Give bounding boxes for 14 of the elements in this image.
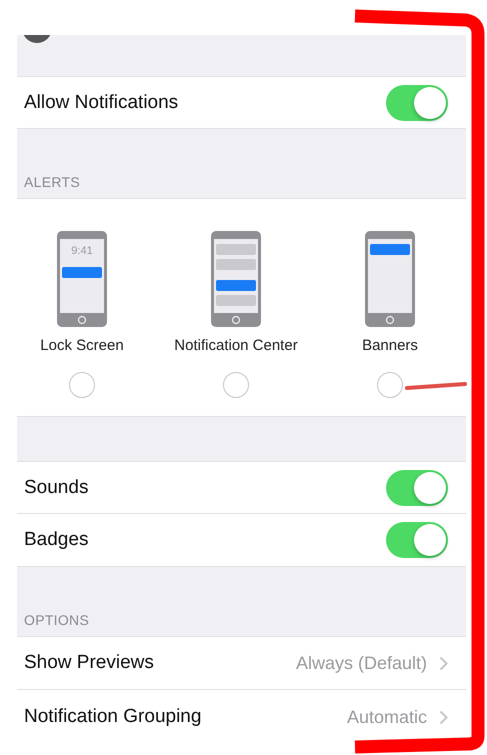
settings-row[interactable]: Show Previews Always (Default): [17, 636, 466, 690]
setting-value: Automatic: [346, 706, 427, 728]
setting-label: Notification Grouping: [24, 706, 202, 728]
setting-label: Show Previews: [24, 652, 154, 674]
section-header: ALERTS: [24, 174, 80, 190]
setting-label: Badges: [24, 529, 88, 551]
setting-value: Always (Default): [296, 652, 427, 674]
section-header: OPTIONS: [24, 612, 90, 628]
alert-style-label: Lock Screen: [40, 337, 124, 354]
setting-label: Sounds: [24, 476, 88, 498]
alert-style-label: Notification Center: [174, 337, 298, 354]
alert-style-label: Banners: [362, 337, 418, 354]
setting-label: Allow Notifications: [24, 92, 178, 114]
phone-drawing: 9:41: [57, 231, 107, 327]
